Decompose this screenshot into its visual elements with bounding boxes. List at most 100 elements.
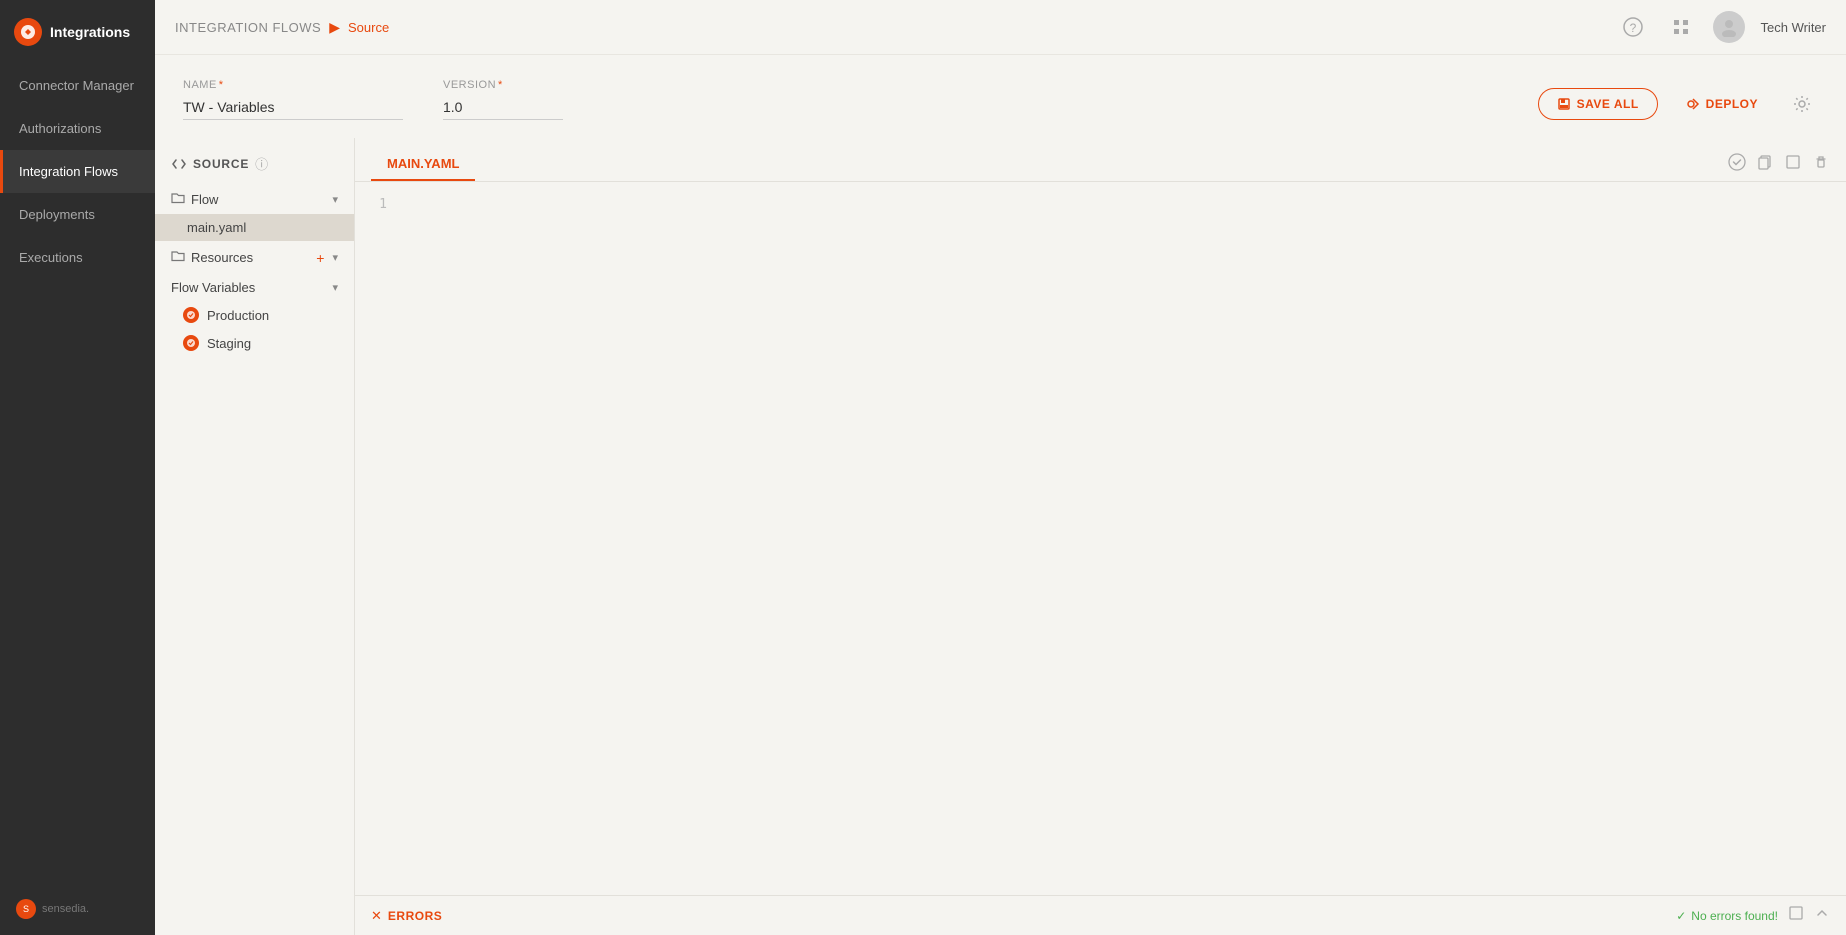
- bottom-chevron-icon[interactable]: [1814, 905, 1830, 926]
- name-input[interactable]: [183, 95, 403, 120]
- deploy-label: DEPLOY: [1706, 97, 1758, 111]
- flow-section: Flow ▾ main.yaml: [155, 185, 354, 241]
- sensedia-icon: S: [16, 899, 36, 919]
- line-number-1: 1: [355, 194, 387, 216]
- resources-chevron-icon: ▾: [332, 251, 338, 264]
- errors-section[interactable]: ✕ ERRORS: [371, 908, 442, 924]
- logo-text: Integrations: [50, 24, 130, 40]
- grid-button[interactable]: [1665, 11, 1697, 43]
- editor-panel: MAIN.YAML: [355, 138, 1846, 935]
- main-content: INTEGRATION FLOWS ▶ Source ?: [155, 0, 1846, 935]
- copy-icon[interactable]: [1756, 153, 1774, 176]
- sensedia-text: sensedia.: [42, 903, 89, 915]
- staging-icon: [183, 335, 199, 351]
- deploy-button[interactable]: DEPLOY: [1670, 89, 1774, 119]
- settings-button[interactable]: [1786, 88, 1818, 120]
- code-editor: 1: [355, 182, 1846, 895]
- sidebar-item-executions[interactable]: Executions: [0, 236, 155, 279]
- save-icon: [1557, 97, 1571, 111]
- svg-text:?: ?: [1629, 21, 1636, 35]
- flow-chevron-icon: ▾: [332, 193, 338, 206]
- folder-icon: [171, 191, 185, 208]
- main-yaml-label: main.yaml: [187, 220, 246, 235]
- line-numbers: 1: [355, 190, 395, 887]
- source-code-icon: [171, 156, 187, 172]
- logo-icon: [14, 18, 42, 46]
- version-field-group: Version*: [443, 79, 563, 120]
- no-errors-check-icon: ✓: [1676, 909, 1686, 923]
- code-content[interactable]: [395, 190, 1846, 887]
- header: INTEGRATION FLOWS ▶ Source ?: [155, 0, 1846, 55]
- help-button[interactable]: ?: [1617, 11, 1649, 43]
- sidebar-item-label: Deployments: [19, 207, 95, 222]
- sidebar: Integrations Connector Manager Authoriza…: [0, 0, 155, 935]
- version-input[interactable]: [443, 95, 563, 120]
- sidebar-item-label: Authorizations: [19, 121, 101, 136]
- sidebar-item-authorizations[interactable]: Authorizations: [0, 107, 155, 150]
- content-area: Name* Version* SAVE ALL: [155, 55, 1846, 935]
- resources-add-icon[interactable]: +: [316, 250, 324, 266]
- editor-tab-bar: MAIN.YAML: [355, 138, 1846, 182]
- resources-section: Resources + ▾: [155, 243, 354, 272]
- flow-variable-staging[interactable]: Staging: [155, 329, 354, 357]
- version-required: *: [498, 79, 503, 91]
- source-header: SOURCE ⓘ: [155, 154, 354, 185]
- name-field-group: Name*: [183, 79, 403, 120]
- sidebar-item-connector-manager[interactable]: Connector Manager: [0, 64, 155, 107]
- sensedia-logo: S sensedia.: [16, 899, 89, 919]
- source-label: SOURCE: [193, 157, 249, 171]
- source-panel: SOURCE ⓘ Flow ▾ main: [155, 138, 355, 935]
- form-row: Name* Version* SAVE ALL: [155, 55, 1846, 138]
- production-label: Production: [207, 308, 269, 323]
- form-actions: SAVE ALL DEPLOY: [1538, 88, 1818, 120]
- flow-variables-label: Flow Variables: [171, 280, 326, 295]
- check-icon[interactable]: [1728, 153, 1746, 176]
- save-all-label: SAVE ALL: [1577, 97, 1639, 111]
- sidebar-footer: S sensedia.: [0, 883, 155, 935]
- editor-tab-label: MAIN.YAML: [387, 156, 459, 171]
- sidebar-item-label: Connector Manager: [19, 78, 134, 93]
- sidebar-logo[interactable]: Integrations: [0, 0, 155, 64]
- no-errors-status: ✓ No errors found!: [1676, 909, 1778, 923]
- flow-variable-production[interactable]: Production: [155, 301, 354, 329]
- breadcrumb-arrow-icon: ▶: [329, 19, 340, 36]
- sidebar-navigation: Connector Manager Authorizations Integra…: [0, 64, 155, 883]
- sidebar-item-label: Integration Flows: [19, 164, 118, 179]
- production-icon: [183, 307, 199, 323]
- sidebar-item-label: Executions: [19, 250, 83, 265]
- breadcrumb: INTEGRATION FLOWS ▶ Source: [175, 19, 389, 36]
- user-name: Tech Writer: [1761, 20, 1827, 35]
- flow-variables-chevron-icon: ▾: [332, 281, 338, 294]
- flow-variables-header[interactable]: Flow Variables ▾: [155, 274, 354, 301]
- errors-x-icon: ✕: [371, 908, 382, 924]
- resources-section-header[interactable]: Resources + ▾: [155, 243, 354, 272]
- name-label: Name*: [183, 79, 403, 91]
- breadcrumb-root: INTEGRATION FLOWS: [175, 20, 321, 35]
- flow-variables-section: Flow Variables ▾ Production: [155, 274, 354, 357]
- editor-tab-icons: [1728, 153, 1830, 176]
- resources-folder-icon: [171, 249, 185, 266]
- bottom-expand-icon[interactable]: [1788, 905, 1804, 926]
- bottom-bar: ✕ ERRORS ✓ No errors found!: [355, 895, 1846, 935]
- sidebar-item-deployments[interactable]: Deployments: [0, 193, 155, 236]
- resources-label: Resources: [191, 250, 310, 265]
- sidebar-item-integration-flows[interactable]: Integration Flows: [0, 150, 155, 193]
- editor-area: SOURCE ⓘ Flow ▾ main: [155, 138, 1846, 935]
- expand-icon[interactable]: [1784, 153, 1802, 176]
- save-all-button[interactable]: SAVE ALL: [1538, 88, 1658, 120]
- no-errors-text: No errors found!: [1691, 909, 1778, 923]
- source-info-icon[interactable]: ⓘ: [255, 154, 268, 173]
- editor-tab-main-yaml[interactable]: MAIN.YAML: [371, 148, 475, 181]
- delete-icon[interactable]: [1812, 153, 1830, 176]
- breadcrumb-current: Source: [348, 20, 389, 35]
- name-required: *: [219, 79, 224, 91]
- errors-label: ERRORS: [388, 909, 442, 923]
- main-yaml-file[interactable]: main.yaml: [155, 214, 354, 241]
- avatar[interactable]: [1713, 11, 1745, 43]
- bottom-right-icons: ✓ No errors found!: [1676, 905, 1830, 926]
- version-label: Version*: [443, 79, 563, 91]
- staging-label: Staging: [207, 336, 251, 351]
- flow-label: Flow: [191, 192, 326, 207]
- flow-section-header[interactable]: Flow ▾: [155, 185, 354, 214]
- header-actions: ? Tech Writer: [1617, 11, 1827, 43]
